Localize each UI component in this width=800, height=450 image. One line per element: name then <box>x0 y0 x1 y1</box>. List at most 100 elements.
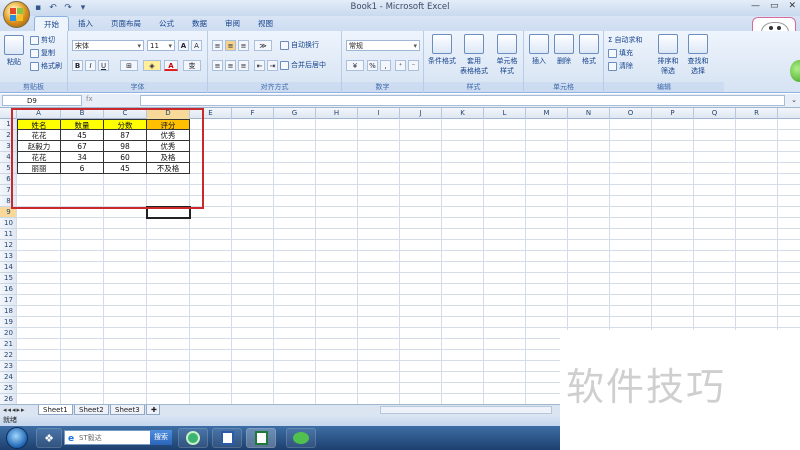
format-painter-button[interactable]: 格式刷 <box>30 61 62 71</box>
format-as-table-button[interactable]: 套用 表格格式 <box>459 34 489 76</box>
row-header-22[interactable]: 22 <box>0 350 17 361</box>
align-bottom-button[interactable]: ≡ <box>238 40 249 51</box>
fill-color-button[interactable]: ◈ <box>143 60 161 71</box>
number-format-select[interactable]: 常规 <box>346 40 420 51</box>
underline-button[interactable]: U <box>98 60 109 71</box>
tab-data[interactable]: 数据 <box>183 16 216 31</box>
column-header-g[interactable]: G <box>274 108 316 119</box>
tab-insert[interactable]: 插入 <box>69 16 102 31</box>
minimize-button[interactable]: — <box>751 1 760 11</box>
insert-cells-button[interactable]: 插入 <box>527 34 551 66</box>
column-header-m[interactable]: M <box>526 108 568 119</box>
align-right-button[interactable]: ≡ <box>238 60 249 71</box>
row-header-14[interactable]: 14 <box>0 262 17 273</box>
row-header-19[interactable]: 19 <box>0 317 17 328</box>
row-header-16[interactable]: 16 <box>0 284 17 295</box>
clear-button[interactable]: 清除 <box>608 61 633 71</box>
column-header-f[interactable]: F <box>232 108 274 119</box>
formula-input[interactable] <box>140 95 785 106</box>
phonetic-button[interactable]: 变 <box>183 60 201 71</box>
sheet-tab-1[interactable]: Sheet1 <box>38 405 73 415</box>
autosum-button[interactable]: Σ 自动求和 <box>608 35 642 45</box>
percent-button[interactable]: % <box>367 60 378 71</box>
row-header-15[interactable]: 15 <box>0 273 17 284</box>
wrap-text-button[interactable]: 自动换行 <box>280 40 319 50</box>
sheet-tab-2[interactable]: Sheet2 <box>74 405 109 415</box>
start-button[interactable] <box>6 427 28 449</box>
font-name-select[interactable]: 宋体 <box>72 40 144 51</box>
row-header-12[interactable]: 12 <box>0 240 17 251</box>
row-header-20[interactable]: 20 <box>0 328 17 339</box>
row-header-18[interactable]: 18 <box>0 306 17 317</box>
row-header-13[interactable]: 13 <box>0 251 17 262</box>
row-header-21[interactable]: 21 <box>0 339 17 350</box>
grow-font-button[interactable]: A <box>178 40 189 51</box>
column-header-q[interactable]: Q <box>694 108 736 119</box>
tab-view[interactable]: 视图 <box>249 16 282 31</box>
column-header-r[interactable]: R <box>736 108 778 119</box>
align-top-button[interactable]: ≡ <box>212 40 223 51</box>
row-header-24[interactable]: 24 <box>0 372 17 383</box>
find-select-button[interactable]: 查找和 选择 <box>684 34 712 76</box>
format-cells-button[interactable]: 格式 <box>577 34 601 66</box>
row-header-25[interactable]: 25 <box>0 383 17 394</box>
name-box[interactable]: D9 <box>2 95 82 106</box>
insert-sheet-button[interactable]: ✚ <box>146 405 160 415</box>
bold-button[interactable]: B <box>72 60 83 71</box>
shrink-font-button[interactable]: A <box>191 40 202 51</box>
column-header-k[interactable]: K <box>442 108 484 119</box>
delete-cells-button[interactable]: 删除 <box>552 34 576 66</box>
italic-button[interactable]: I <box>85 60 96 71</box>
column-header-i[interactable]: I <box>358 108 400 119</box>
font-color-button[interactable]: A <box>164 60 178 71</box>
office-button[interactable] <box>3 1 30 28</box>
cut-button[interactable]: 剪切 <box>30 35 55 45</box>
decrease-decimal-button[interactable]: ⁻ <box>408 60 419 71</box>
row-header-23[interactable]: 23 <box>0 361 17 372</box>
column-header-h[interactable]: H <box>316 108 358 119</box>
taskbar-app-icon[interactable]: ❖ <box>36 428 62 448</box>
tab-review[interactable]: 审阅 <box>216 16 249 31</box>
column-header-j[interactable]: J <box>400 108 442 119</box>
align-center-button[interactable]: ≡ <box>225 60 236 71</box>
orientation-button[interactable]: ≫ <box>254 40 272 51</box>
row-header-11[interactable]: 11 <box>0 229 17 240</box>
copy-button[interactable]: 复制 <box>30 48 55 58</box>
row-header-10[interactable]: 10 <box>0 218 17 229</box>
fill-button[interactable]: 填充 <box>608 48 633 58</box>
fx-button[interactable]: fx <box>86 95 93 103</box>
column-header-o[interactable]: O <box>610 108 652 119</box>
column-header-l[interactable]: L <box>484 108 526 119</box>
taskbar-word[interactable] <box>212 428 242 448</box>
conditional-format-button[interactable]: 条件格式 <box>427 34 457 66</box>
decrease-indent-button[interactable]: ⇤ <box>254 60 265 71</box>
horizontal-scrollbar[interactable] <box>380 406 552 414</box>
tab-formulas[interactable]: 公式 <box>150 16 183 31</box>
increase-decimal-button[interactable]: ⁺ <box>395 60 406 71</box>
close-button[interactable]: ✕ <box>788 1 796 11</box>
borders-button[interactable]: ⊞ <box>120 60 138 71</box>
paste-button[interactable]: 粘贴 <box>4 35 24 67</box>
row-header-26[interactable]: 26 <box>0 394 17 404</box>
column-header-p[interactable]: P <box>652 108 694 119</box>
sheet-nav-arrows[interactable]: ◂◂◂▸▸ <box>3 406 26 414</box>
tab-home[interactable]: 开始 <box>34 16 69 31</box>
currency-button[interactable]: ¥ <box>346 60 364 71</box>
increase-indent-button[interactable]: ⇥ <box>267 60 278 71</box>
align-middle-button[interactable]: ≡ <box>225 40 236 51</box>
align-left-button[interactable]: ≡ <box>212 60 223 71</box>
comma-button[interactable]: , <box>380 60 391 71</box>
taskbar-excel[interactable] <box>246 428 276 448</box>
taskbar-browser[interactable] <box>178 428 208 448</box>
sort-filter-button[interactable]: 排序和 筛选 <box>654 34 682 76</box>
tab-page-layout[interactable]: 页面布局 <box>102 16 150 31</box>
row-header-17[interactable]: 17 <box>0 295 17 306</box>
sheet-tab-3[interactable]: Sheet3 <box>110 405 145 415</box>
expand-formula-icon[interactable]: ⌄ <box>791 96 797 104</box>
cell-styles-button[interactable]: 单元格 样式 <box>492 34 522 76</box>
merge-center-button[interactable]: 合并后居中 <box>280 60 326 70</box>
taskbar-search-button[interactable]: 搜索 <box>150 430 172 445</box>
maximize-button[interactable]: ▭ <box>770 1 779 11</box>
font-size-select[interactable]: 11 <box>147 40 175 51</box>
column-header-n[interactable]: N <box>568 108 610 119</box>
